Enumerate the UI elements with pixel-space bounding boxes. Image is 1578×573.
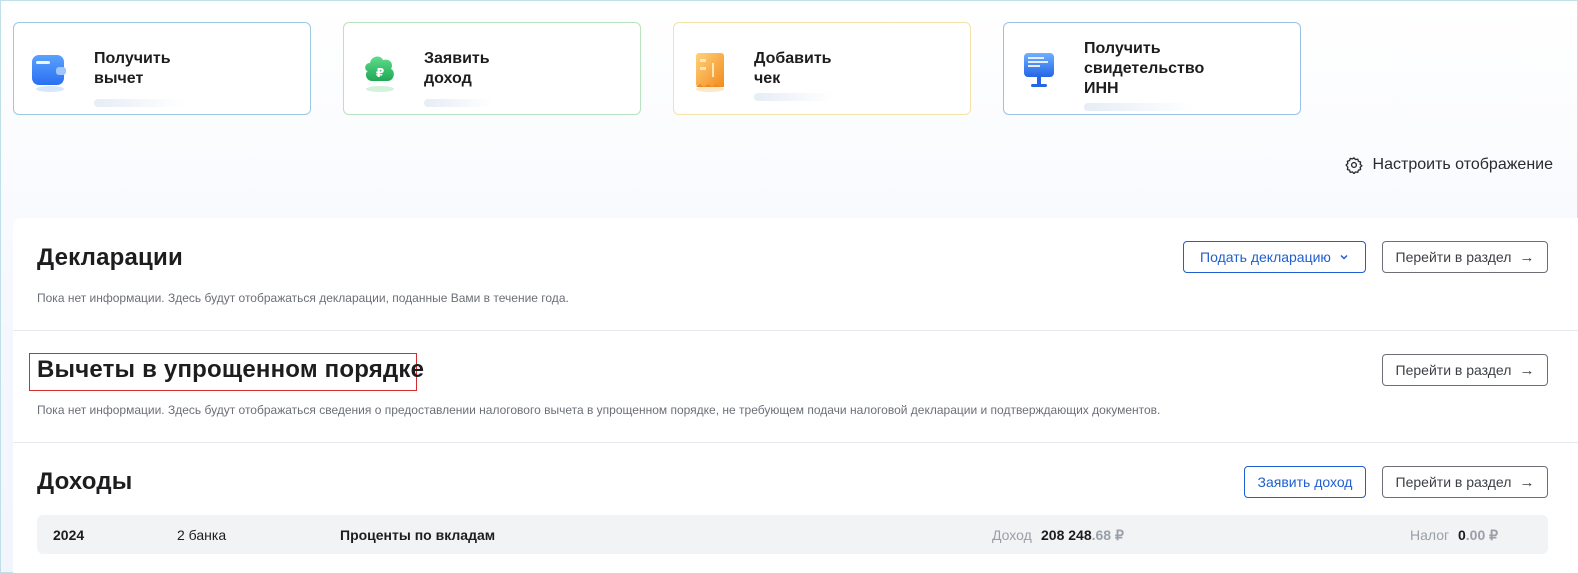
card-sub-fade xyxy=(94,99,184,107)
gear-icon xyxy=(1344,157,1363,174)
simplified-goto-button[interactable]: Перейти в раздел → xyxy=(1382,354,1548,386)
declare-income-card[interactable]: ₽ Заявить доход xyxy=(343,22,641,115)
declare-income-button[interactable]: Заявить доход xyxy=(1244,466,1366,498)
income-row[interactable]: 2024 2 банка Проценты по вкладам Доход 2… xyxy=(37,515,1548,554)
card-sub-fade xyxy=(424,99,494,107)
income-amount-label: Доход xyxy=(992,527,1032,543)
income-type: Проценты по вкладам xyxy=(340,527,496,543)
declarations-note: Пока нет информации. Здесь будут отображ… xyxy=(37,291,569,305)
arrow-right-icon: → xyxy=(1519,248,1535,266)
declarations-goto-button[interactable]: Перейти в раздел → xyxy=(1382,241,1548,273)
simplified-deductions-title: Вычеты в упрощенном порядке xyxy=(37,356,425,383)
income-amount: 208 248.68 ₽ xyxy=(1041,527,1124,544)
income-amount-int: 208 248 xyxy=(1041,527,1092,543)
receipt-icon xyxy=(696,53,724,92)
svg-text:₽: ₽ xyxy=(376,66,384,80)
page-frame: Получить вычет ₽ Заявить доход Добавить … xyxy=(0,0,1578,573)
tax-amount-int: 0 xyxy=(1458,527,1466,543)
arrow-right-icon: → xyxy=(1519,361,1535,379)
card-sub-fade xyxy=(1084,103,1194,111)
declare-income-label: Заявить доход xyxy=(1257,474,1353,490)
income-banks-count: 2 банка xyxy=(177,527,227,543)
tax-amount: 0.00 ₽ xyxy=(1458,527,1498,544)
wallet-icon xyxy=(32,55,66,92)
card-label: Получить свидетельство ИНН xyxy=(1084,40,1205,97)
get-inn-certificate-card[interactable]: Получить свидетельство ИНН xyxy=(1003,22,1301,115)
arrow-right-icon: → xyxy=(1519,473,1535,491)
card-label: Заявить доход xyxy=(424,50,490,87)
tax-amount-label: Налог xyxy=(1410,527,1450,543)
income-year: 2024 xyxy=(53,527,85,543)
card-label: Добавить чек xyxy=(754,50,832,87)
card-label: Получить вычет xyxy=(94,50,171,87)
ruble-cloud-icon: ₽ xyxy=(365,56,394,92)
certificate-screen-icon xyxy=(1024,53,1054,87)
card-sub-fade xyxy=(754,93,834,101)
income-title: Доходы xyxy=(37,468,133,495)
income-amount-frac: .68 ₽ xyxy=(1091,527,1124,543)
submit-declaration-dropdown[interactable]: Подать декларацию xyxy=(1183,241,1366,273)
settings-label: Настроить отображение xyxy=(1372,156,1553,173)
goto-label: Перейти в раздел xyxy=(1395,474,1512,490)
goto-label: Перейти в раздел xyxy=(1395,249,1512,265)
declarations-title: Декларации xyxy=(37,244,183,271)
goto-label: Перейти в раздел xyxy=(1395,362,1512,378)
chevron-down-icon xyxy=(1340,254,1348,260)
get-deduction-card[interactable]: Получить вычет xyxy=(13,22,311,115)
submit-declaration-label: Подать декларацию xyxy=(1200,249,1331,265)
simplified-deductions-note: Пока нет информации. Здесь будут отображ… xyxy=(37,403,1161,417)
customize-display-link[interactable]: Настроить отображение xyxy=(1344,156,1553,174)
income-goto-button[interactable]: Перейти в раздел → xyxy=(1382,466,1548,498)
add-receipt-card[interactable]: Добавить чек xyxy=(673,22,971,115)
section-divider xyxy=(13,442,1578,443)
tax-amount-frac: .00 ₽ xyxy=(1465,527,1499,543)
section-divider xyxy=(13,330,1578,331)
